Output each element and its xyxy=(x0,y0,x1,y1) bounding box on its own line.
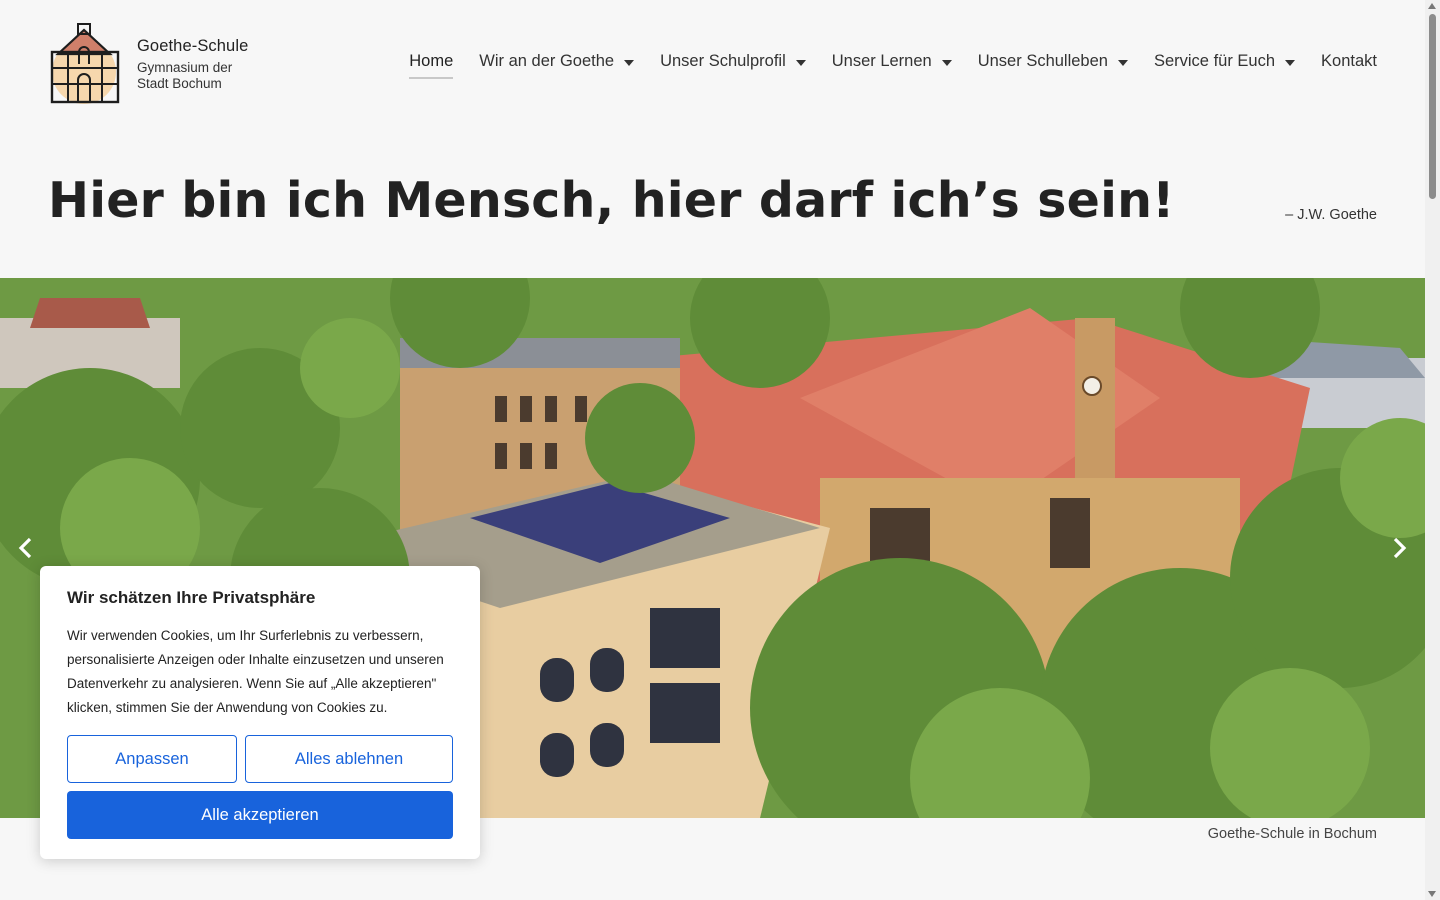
nav-label: Wir an der Goethe xyxy=(479,52,615,70)
main-navigation: Home Wir an der Goethe Unser Schulprofil… xyxy=(409,52,1377,79)
brand-subtitle: Gymnasium der Stadt Bochum xyxy=(137,60,233,91)
cookie-text: Wir verwenden Cookies, um Ihr Surferlebn… xyxy=(67,628,444,715)
quote-author: – J.W. Goethe xyxy=(1285,207,1377,223)
chevron-right-icon[interactable] xyxy=(1387,536,1411,560)
scrollbar-thumb[interactable] xyxy=(1429,14,1436,199)
caret-down-icon xyxy=(1285,59,1296,66)
accept-all-button[interactable]: Alle akzeptieren xyxy=(67,791,453,839)
caret-down-icon xyxy=(941,59,952,66)
site-header: Goethe-Schule Gymnasium der Stadt Bochum… xyxy=(0,0,1425,125)
nav-item-service-fuer-euch[interactable]: Service für Euch xyxy=(1153,52,1296,71)
nav-item-unser-lernen[interactable]: Unser Lernen xyxy=(832,52,952,71)
school-logo-icon[interactable] xyxy=(48,22,122,106)
scroll-down-icon[interactable] xyxy=(1428,891,1436,897)
nav-label: Service für Euch xyxy=(1153,52,1276,70)
cookie-title: Wir schätzen Ihre Privatsphäre xyxy=(67,588,316,607)
nav-item-unser-schulprofil[interactable]: Unser Schulprofil xyxy=(660,52,806,71)
nav-label: Unser Schulleben xyxy=(977,52,1108,70)
page-headline: Hier bin ich Mensch, hier darf ich’s sei… xyxy=(48,172,1175,229)
brand[interactable]: Goethe-Schule Gymnasium der Stadt Bochum xyxy=(137,37,257,92)
image-caption: Goethe-Schule in Bochum xyxy=(1207,826,1377,842)
nav-item-unser-schulleben[interactable]: Unser Schulleben xyxy=(978,52,1128,71)
nav-label: Kontakt xyxy=(1321,52,1377,70)
nav-item-home[interactable]: Home xyxy=(409,52,454,79)
caret-down-icon xyxy=(624,59,635,66)
caret-down-icon xyxy=(1117,59,1128,66)
nav-item-wir-an-der-goethe[interactable]: Wir an der Goethe xyxy=(479,52,635,71)
scroll-up-icon[interactable] xyxy=(1428,3,1436,9)
cookie-consent-dialog: Wir schätzen Ihre Privatsphäre Wir verwe… xyxy=(40,566,480,859)
reject-all-button[interactable]: Alles ablehnen xyxy=(245,735,453,783)
customize-button[interactable]: Anpassen xyxy=(67,735,237,783)
page-scrollbar[interactable] xyxy=(1425,0,1440,900)
nav-label: Unser Schulprofil xyxy=(660,52,786,70)
caret-down-icon xyxy=(795,59,806,66)
nav-item-kontakt[interactable]: Kontakt xyxy=(1321,52,1377,71)
brand-name: Goethe-Schule xyxy=(137,37,249,55)
nav-label: Unser Lernen xyxy=(831,52,932,70)
nav-label: Home xyxy=(409,52,454,70)
chevron-left-icon[interactable] xyxy=(14,536,38,560)
